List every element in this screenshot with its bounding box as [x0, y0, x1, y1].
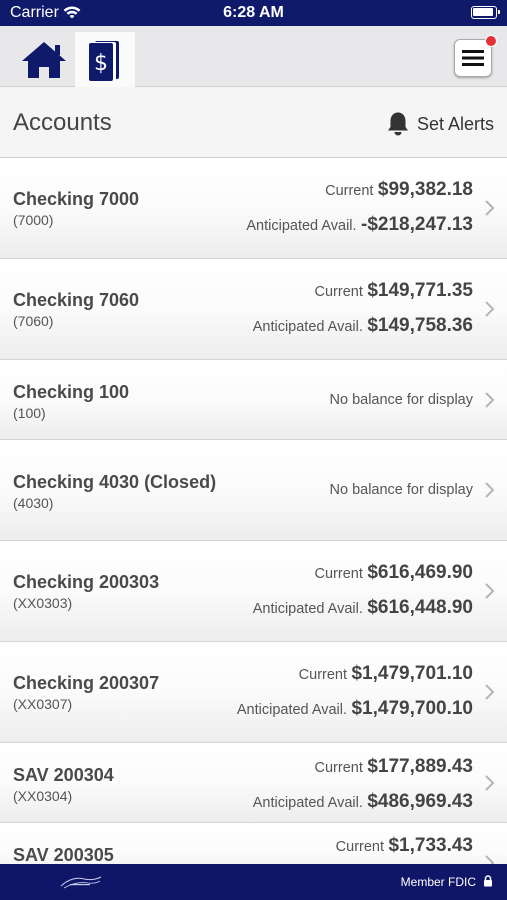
- chevron-right-icon: [484, 300, 496, 318]
- anticipated-balance-line: Anticipated Avail. $616,448.90: [253, 597, 473, 619]
- anticipated-amount: $486,969.43: [367, 791, 473, 812]
- anticipated-balance-line: Anticipated Avail. $149,758.36: [253, 315, 473, 337]
- footer-bar: Member FDIC: [0, 864, 507, 900]
- account-name: SAV 200304: [13, 765, 114, 786]
- top-nav-bar: $: [0, 26, 507, 87]
- account-row[interactable]: Checking 4030 (Closed) (4030) No balance…: [0, 440, 507, 541]
- account-number: (XX0304): [13, 788, 72, 804]
- no-balance-text: No balance for display: [330, 392, 473, 408]
- anticipated-amount: $1,479,700.10: [351, 698, 473, 719]
- account-number: (7060): [13, 313, 53, 329]
- current-balance-line: Current $149,771.35: [315, 280, 473, 302]
- account-row[interactable]: Checking 7000 (7000) Current $99,382.18 …: [0, 158, 507, 259]
- account-name: SAV 200305: [13, 845, 114, 864]
- current-amount: $149,771.35: [367, 280, 473, 301]
- current-balance-line: Current $616,469.90: [315, 562, 473, 584]
- anticipated-label: Anticipated Avail.: [237, 702, 347, 718]
- lock-icon: [483, 875, 493, 887]
- account-row[interactable]: Checking 7060 (7060) Current $149,771.35…: [0, 259, 507, 360]
- account-name: Checking 4030 (Closed): [13, 472, 216, 493]
- hamburger-menu-icon: [462, 49, 484, 67]
- chevron-right-icon: [484, 582, 496, 600]
- accounts-dollar-icon: $: [85, 39, 125, 81]
- current-label: Current: [315, 284, 363, 300]
- anticipated-label: Anticipated Avail.: [253, 601, 363, 617]
- current-amount: $616,469.90: [367, 562, 473, 583]
- chevron-right-icon: [484, 854, 496, 864]
- account-row[interactable]: Checking 200307 (XX0307) Current $1,479,…: [0, 642, 507, 743]
- anticipated-label: Anticipated Avail.: [253, 795, 363, 811]
- current-label: Current: [315, 566, 363, 582]
- current-amount: $1,479,701.10: [351, 663, 473, 684]
- account-name: Checking 200303: [13, 572, 159, 593]
- anticipated-amount: $616,448.90: [367, 597, 473, 618]
- anticipated-label: Anticipated Avail.: [253, 319, 363, 335]
- account-number: (XX0307): [13, 696, 72, 712]
- anticipated-balance-line: Anticipated Avail. -$218,247.13: [246, 214, 473, 236]
- chevron-right-icon: [484, 391, 496, 409]
- page-header: Accounts Set Alerts: [0, 87, 507, 158]
- accounts-list: Checking 7000 (7000) Current $99,382.18 …: [0, 158, 507, 864]
- anticipated-amount: -$218,247.13: [361, 214, 473, 235]
- chevron-right-icon: [484, 481, 496, 499]
- tab-home[interactable]: [14, 32, 74, 87]
- chevron-right-icon: [484, 774, 496, 792]
- account-name: Checking 100: [13, 382, 129, 403]
- current-balance-line: Current $1,733.43: [336, 835, 473, 857]
- battery-icon: [471, 6, 497, 19]
- account-number: (4030): [13, 495, 53, 511]
- account-name: Checking 7000: [13, 189, 139, 210]
- home-icon: [20, 40, 68, 80]
- bank-logo: [58, 873, 104, 891]
- current-amount: $99,382.18: [378, 179, 473, 200]
- page-title: Accounts: [13, 109, 112, 137]
- bell-icon: [386, 111, 410, 137]
- anticipated-balance-line: Anticipated Avail. $1,479,700.10: [237, 698, 473, 720]
- account-row[interactable]: Checking 100 (100) No balance for displa…: [0, 360, 507, 440]
- no-balance-text: No balance for display: [330, 482, 473, 498]
- member-fdic-label: Member FDIC: [401, 875, 476, 889]
- chevron-right-icon: [484, 199, 496, 217]
- anticipated-amount: $149,758.36: [367, 315, 473, 336]
- set-alerts-label: Set Alerts: [417, 114, 494, 135]
- chevron-right-icon: [484, 683, 496, 701]
- current-label: Current: [299, 667, 347, 683]
- status-bar: Carrier 6:28 AM: [0, 0, 507, 26]
- menu-button[interactable]: [454, 39, 492, 77]
- current-label: Current: [315, 760, 363, 776]
- account-name: Checking 200307: [13, 673, 159, 694]
- anticipated-balance-line: Anticipated Avail. $486,969.43: [253, 791, 473, 813]
- account-number: (100): [13, 405, 46, 421]
- current-balance-line: Current $177,889.43: [315, 756, 473, 778]
- clock: 6:28 AM: [0, 4, 507, 22]
- account-row[interactable]: SAV 200305 Current $1,733.43: [0, 823, 507, 864]
- account-number: (7000): [13, 212, 53, 228]
- current-label: Current: [336, 839, 384, 855]
- anticipated-label: Anticipated Avail.: [246, 218, 356, 234]
- account-name: Checking 7060: [13, 290, 139, 311]
- current-balance-line: Current $99,382.18: [325, 179, 473, 201]
- svg-text:$: $: [94, 51, 108, 76]
- current-balance-line: Current $1,479,701.10: [299, 663, 473, 685]
- current-amount: $1,733.43: [388, 835, 473, 856]
- set-alerts-button[interactable]: Set Alerts: [386, 111, 494, 137]
- tab-accounts[interactable]: $: [75, 32, 135, 87]
- notification-dot: [485, 35, 497, 47]
- current-amount: $177,889.43: [367, 756, 473, 777]
- account-row[interactable]: SAV 200304 (XX0304) Current $177,889.43 …: [0, 743, 507, 823]
- account-number: (XX0303): [13, 595, 72, 611]
- account-row[interactable]: Checking 200303 (XX0303) Current $616,46…: [0, 541, 507, 642]
- current-label: Current: [325, 183, 373, 199]
